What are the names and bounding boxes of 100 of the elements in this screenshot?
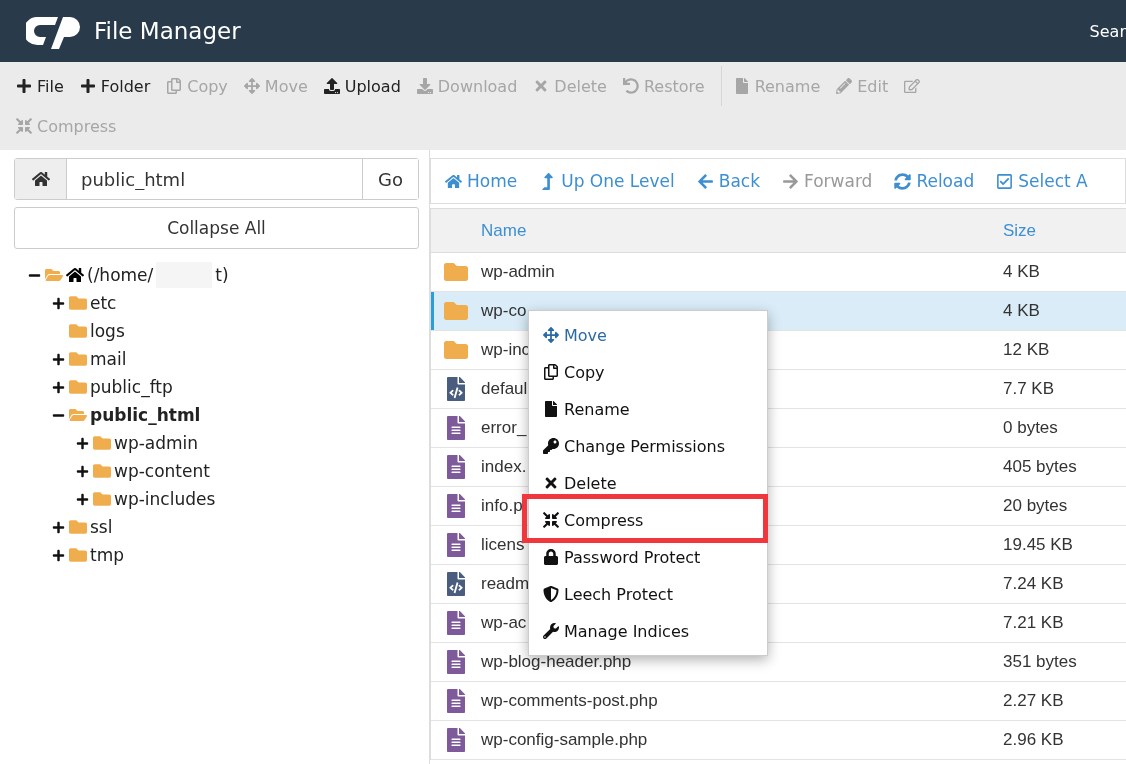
upload-icon	[323, 78, 340, 94]
edit-icon	[904, 78, 921, 94]
tree-item[interactable]: tmp	[90, 545, 125, 565]
code-file-icon	[444, 377, 468, 401]
tree-item[interactable]: public_ftp	[90, 377, 173, 397]
download-icon	[416, 78, 433, 94]
file-name: info.p	[481, 496, 523, 515]
search-label[interactable]: Sear	[1089, 21, 1126, 41]
expand-icon[interactable]	[75, 464, 89, 478]
folder-icon	[444, 299, 468, 323]
folder-icon	[69, 518, 87, 536]
file-name: wp-admin	[481, 262, 555, 281]
go-button[interactable]: Go	[362, 159, 418, 199]
file-name: readm	[481, 574, 530, 593]
folder-icon	[69, 322, 87, 340]
move-icon	[543, 327, 559, 343]
expand-icon[interactable]	[51, 296, 65, 310]
file-name: wp-config-sample.php	[481, 730, 648, 749]
plus-icon	[79, 78, 96, 94]
tree-item[interactable]: wp-content	[114, 461, 210, 481]
file-size: 351 bytes	[1003, 652, 1077, 672]
text-file-icon	[444, 650, 468, 674]
file-size: 12 KB	[1003, 340, 1050, 360]
folder-icon	[93, 490, 111, 508]
folder-icon	[444, 260, 468, 284]
file-size: 2.96 KB	[1003, 730, 1064, 750]
tree-item-end: t)	[215, 265, 229, 285]
nav-button[interactable]: Up One Level	[539, 171, 675, 191]
file-name: wp-comments-post.php	[481, 691, 658, 710]
copy-icon	[166, 78, 183, 94]
file-size: 0 bytes	[1003, 418, 1058, 438]
file-size: 2.27 KB	[1003, 691, 1064, 711]
toolbar-button[interactable]: Folder	[73, 66, 161, 106]
file-name: defaul	[481, 379, 528, 398]
compress-icon	[16, 118, 32, 134]
expand-icon[interactable]	[51, 548, 65, 562]
text-file-icon	[444, 728, 468, 752]
file-icon	[733, 78, 750, 94]
file-icon	[543, 401, 559, 417]
expand-icon[interactable]	[75, 436, 89, 450]
tree-item[interactable]: wp-includes	[114, 489, 216, 509]
toolbar-button[interactable]: File	[10, 66, 74, 106]
expand-icon[interactable]	[75, 492, 89, 506]
file-name: wp-inc	[481, 340, 531, 359]
file-size: 405 bytes	[1003, 457, 1077, 477]
pencil-icon	[836, 78, 853, 94]
left-arrow-icon	[696, 172, 714, 190]
folder-icon	[93, 434, 111, 452]
file-name: error_	[481, 418, 527, 437]
tree-item[interactable]: logs	[90, 321, 125, 341]
nav-button[interactable]: Select A	[996, 171, 1088, 191]
code-file-icon	[444, 572, 468, 596]
file-size: 19.45 KB	[1003, 535, 1073, 555]
tree-item[interactable]: ssl	[90, 517, 113, 537]
collapse-all-button[interactable]: Collapse All	[14, 207, 419, 249]
file-name: wp-ac	[481, 613, 527, 632]
folder-icon	[69, 378, 87, 396]
toolbar-button[interactable]: Upload	[317, 66, 411, 106]
folder-icon	[444, 338, 468, 362]
folder-icon	[69, 546, 87, 564]
app-title: File Manager	[94, 18, 241, 44]
tree-item[interactable]: (/home/	[87, 265, 154, 285]
file-name: wp-blog-header.php	[481, 652, 632, 671]
file-size: 7.24 KB	[1003, 574, 1064, 594]
nav-button[interactable]: Reload	[894, 171, 975, 191]
text-file-icon	[444, 689, 468, 713]
file-size: 20 bytes	[1003, 496, 1068, 516]
tree-item[interactable]: public_html	[90, 405, 201, 425]
plus-icon	[16, 78, 32, 94]
checkbox-icon	[996, 172, 1014, 190]
tree-item[interactable]: mail	[90, 349, 127, 369]
lock-icon	[543, 549, 559, 565]
home-button[interactable]	[15, 159, 67, 199]
home-icon	[66, 266, 84, 284]
folder-icon	[45, 266, 63, 284]
folder-icon	[69, 294, 87, 312]
text-file-icon	[444, 494, 468, 518]
path-field[interactable]: public_html Go	[14, 158, 419, 200]
text-file-icon	[444, 533, 468, 557]
right-arrow-icon	[782, 172, 799, 190]
expand-icon[interactable]	[51, 352, 65, 366]
file-size: 7.7 KB	[1003, 379, 1055, 399]
text-file-icon	[444, 611, 468, 635]
home-icon	[31, 170, 50, 188]
expand-icon[interactable]	[51, 520, 65, 534]
file-size: 4 KB	[1003, 301, 1040, 321]
file-name: wp-co	[481, 301, 527, 320]
tree-item[interactable]: etc	[90, 293, 117, 313]
reload-icon	[894, 172, 912, 190]
file-name: licens	[481, 535, 525, 554]
undo-icon	[622, 78, 639, 94]
shield-icon	[543, 586, 559, 602]
close-icon	[543, 475, 559, 491]
key-icon	[543, 438, 559, 454]
menu-item[interactable]: Leech Protect	[543, 582, 673, 606]
folder-icon	[69, 350, 87, 368]
tree-item[interactable]: wp-admin	[114, 433, 199, 453]
expand-icon[interactable]	[51, 380, 65, 394]
menu-item[interactable]: Manage Indices	[543, 619, 690, 643]
file-size: 7.21 KB	[1003, 613, 1064, 633]
